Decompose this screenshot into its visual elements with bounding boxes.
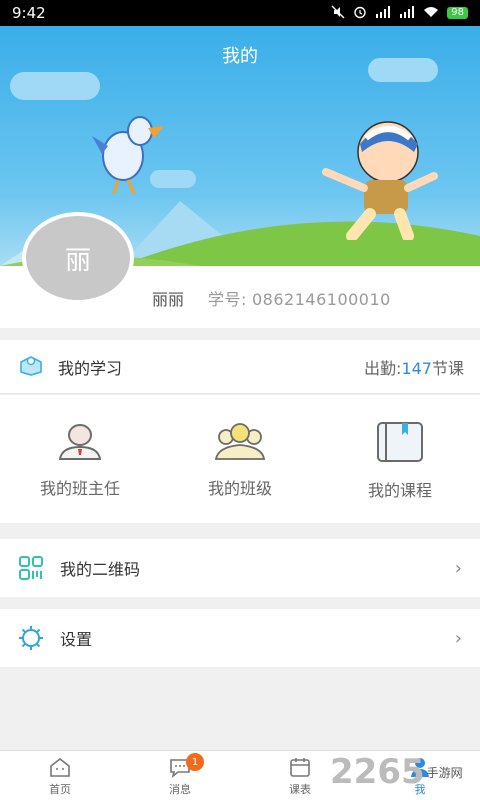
attendance-count: 147 [401, 358, 432, 378]
class-icon [214, 423, 266, 460]
chevron-right-icon: › [454, 557, 462, 579]
attendance-summary: 出勤:147节课 [364, 355, 464, 379]
student-id-value: 0862146100010 [252, 290, 391, 309]
status-time: 9:42 [12, 4, 46, 22]
chevron-right-icon: › [454, 627, 462, 649]
tab-home-label: 首页 [49, 782, 71, 796]
wifi-icon [423, 6, 439, 21]
my-qrcode-row[interactable]: 我的二维码 › [0, 539, 480, 597]
my-class-label: 我的班级 [207, 479, 272, 498]
tab-home[interactable]: 首页 [0, 751, 120, 800]
student-id: 学号: 0862146100010 [208, 286, 391, 310]
cartoon-bird-illustration [92, 116, 164, 195]
unread-badge: 1 [186, 753, 204, 771]
tab-messages-label: 消息 [169, 782, 191, 796]
battery-icon: 98 [447, 7, 468, 19]
attendance-label: 出勤: [364, 358, 402, 378]
signal-icon-2 [399, 5, 415, 21]
settings-label: 设置 [60, 630, 93, 649]
head-teacher-icon [58, 424, 102, 460]
my-head-teacher-button[interactable]: 我的班主任 [0, 395, 160, 523]
status-icons: 98 [331, 5, 468, 22]
user-name: 丽丽 [152, 290, 185, 309]
tab-me[interactable]: 我 [360, 751, 480, 800]
cloud-decoration [10, 72, 100, 100]
my-class-button[interactable]: 我的班级 [160, 395, 320, 523]
tab-schedule[interactable]: 课表 [240, 751, 360, 800]
qrcode-icon [19, 556, 43, 580]
avatar[interactable]: 丽 [22, 212, 134, 304]
signal-icon [375, 5, 391, 21]
avatar-initial: 丽 [64, 245, 91, 276]
my-qrcode-label: 我的二维码 [60, 560, 141, 579]
my-study-header: 我的学习 出勤:147节课 [0, 340, 480, 394]
cartoon-boy-illustration [322, 121, 438, 240]
calendar-icon [290, 757, 310, 777]
my-courses-label: 我的课程 [367, 481, 432, 500]
study-shortcuts: 我的班主任 我的班级 我的课程 [0, 395, 480, 523]
student-id-label: 学号: [208, 290, 247, 309]
course-book-icon [377, 422, 423, 462]
user-icon [411, 757, 429, 777]
my-head-teacher-label: 我的班主任 [39, 479, 120, 498]
my-courses-button[interactable]: 我的课程 [320, 395, 480, 523]
page-title: 我的 [222, 46, 258, 67]
bottom-tab-bar: 首页 消息 1 课表 我 [0, 750, 480, 800]
tab-messages[interactable]: 消息 1 [120, 751, 240, 800]
home-icon [50, 757, 70, 777]
tab-schedule-label: 课表 [289, 782, 311, 796]
study-icon [18, 353, 44, 381]
my-study-title: 我的学习 [58, 358, 123, 378]
status-bar: 9:42 98 [0, 0, 480, 26]
tab-me-label: 我 [414, 782, 426, 796]
alarm-icon [353, 5, 367, 22]
settings-row[interactable]: 设置 › [0, 609, 480, 667]
mute-icon [331, 5, 345, 22]
gear-icon [19, 626, 43, 650]
attendance-unit: 节课 [431, 358, 464, 378]
